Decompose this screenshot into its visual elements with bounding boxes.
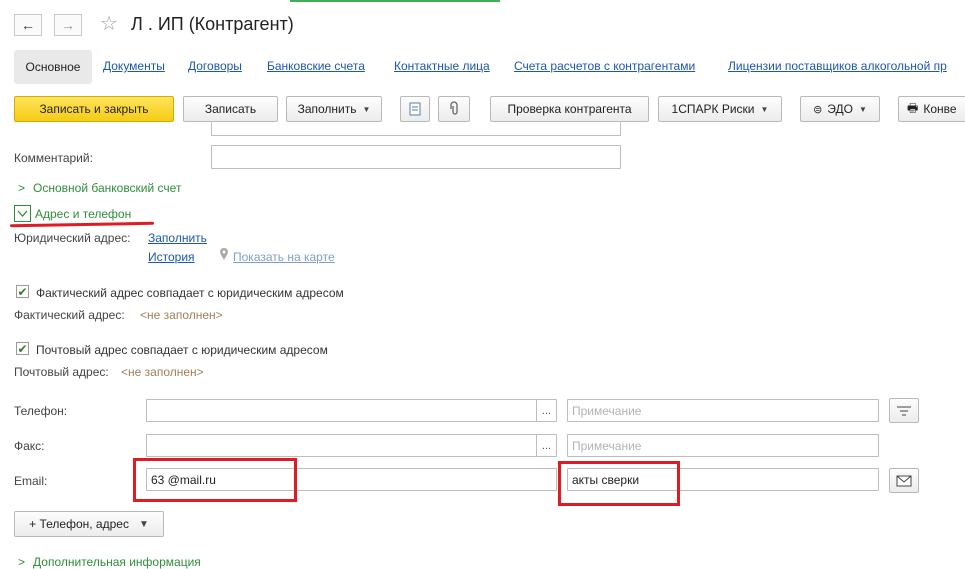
favorite-star-icon[interactable]: ☆ [100, 11, 118, 36]
back-button[interactable]: ← [14, 14, 42, 36]
page-title: Л . ИП (Контрагент) [131, 14, 294, 34]
tab-documents[interactable]: Документы [103, 59, 165, 73]
phone-note-placeholder: Примечание [572, 404, 642, 418]
fax-note-input[interactable]: Примечание [567, 434, 879, 457]
comment-input[interactable] [211, 145, 621, 169]
actual-address-same-checkbox[interactable]: ✔ [16, 285, 29, 298]
paperclip-icon [450, 101, 458, 115]
tab-alcohol-licenses[interactable]: Лицензии поставщиков алкогольной пр [728, 59, 947, 73]
check-counterparty-label: Проверка контрагента [507, 102, 632, 116]
map-pin-icon [219, 247, 229, 264]
additional-info-section-label: Дополнительная информация [33, 555, 201, 569]
convert-button[interactable]: 🖶 Конве [898, 96, 965, 122]
postal-address-value[interactable]: <не заполнен> [121, 365, 204, 379]
checkmark-icon: ✔ [17, 341, 28, 356]
save-label: Записать [204, 102, 257, 116]
bank-account-section-toggle[interactable]: > Основной банковский счет [18, 181, 181, 195]
phone-note-input[interactable]: Примечание [567, 399, 879, 422]
email-label: Email: [14, 474, 48, 488]
actual-address-label: Фактический адрес: [14, 308, 125, 322]
fax-input[interactable]: ... [146, 434, 557, 457]
fax-note-placeholder: Примечание [572, 439, 642, 453]
fax-select-button[interactable]: ... [536, 435, 556, 456]
fill-dropdown-button[interactable]: Заполнить ▼ [286, 96, 382, 122]
save-and-close-button[interactable]: Записать и закрыть [14, 96, 174, 122]
email-note-highlight-annotation [558, 461, 680, 506]
address-phone-section-toggle[interactable]: Адрес и телефон [35, 207, 131, 221]
add-phone-address-button[interactable]: + Телефон, адрес ▼ [14, 511, 164, 537]
additional-info-section-toggle[interactable]: > Дополнительная информация [18, 555, 201, 569]
chevron-right-icon: > [18, 555, 26, 569]
chevron-right-icon: > [18, 181, 26, 195]
edo-icon: ⊜ [813, 103, 823, 116]
phone-options-button[interactable] [889, 398, 919, 423]
postal-address-label: Почтовый адрес: [14, 365, 109, 379]
comment-label: Комментарий: [14, 151, 93, 165]
envelope-icon [896, 475, 912, 486]
fax-label: Факс: [14, 439, 45, 453]
chevron-down-icon[interactable] [14, 205, 31, 222]
fill-address-link[interactable]: Заполнить [148, 231, 207, 245]
legal-address-label: Юридический адрес: [14, 231, 131, 245]
document-icon [409, 102, 421, 116]
tab-main[interactable]: Основное [14, 50, 92, 84]
active-window-indicator [290, 0, 500, 2]
actual-address-value[interactable]: <не заполнен> [140, 308, 223, 322]
chevron-down-icon: ▼ [858, 104, 867, 114]
tab-contact-persons[interactable]: Контактные лица [394, 59, 490, 73]
phone-input[interactable]: ... [146, 399, 557, 422]
convert-label: Конве [923, 102, 957, 116]
forward-arrow-icon: → [61, 17, 75, 33]
postal-address-same-checkbox[interactable]: ✔ [16, 342, 29, 355]
attachments-button[interactable] [438, 96, 470, 122]
spark-risks-button[interactable]: 1СПАРК Риски ▼ [658, 96, 782, 122]
tab-settlement-accounts[interactable]: Счета расчетов с контрагентами [514, 59, 695, 73]
back-arrow-icon: ← [21, 17, 35, 33]
tab-bank-accounts[interactable]: Банковские счета [267, 59, 365, 73]
show-on-map-link[interactable]: Показать на карте [233, 250, 335, 264]
fill-label: Заполнить [297, 102, 357, 116]
add-phone-address-label: + Телефон, адрес [29, 517, 129, 531]
history-link[interactable]: История [148, 250, 195, 264]
check-counterparty-button[interactable]: Проверка контрагента [490, 96, 649, 122]
edo-button[interactable]: ⊜ ЭДО ▼ [800, 96, 880, 122]
printer-icon: 🖶 [907, 100, 919, 115]
actual-address-same-label: Фактический адрес совпадает с юридически… [36, 286, 344, 300]
menu-lines-icon [897, 406, 911, 415]
spark-risks-label: 1СПАРК Риски [671, 102, 755, 116]
chevron-down-icon: ▼ [362, 104, 371, 114]
forward-button[interactable]: → [54, 14, 82, 36]
phone-select-button[interactable]: ... [536, 400, 556, 421]
postal-address-same-label: Почтовый адрес совпадает с юридическим а… [36, 343, 328, 357]
bank-account-section-label: Основной банковский счет [33, 181, 182, 195]
edo-label: ЭДО [827, 102, 853, 116]
chevron-down-icon: ▼ [760, 104, 769, 114]
save-and-close-label: Записать и закрыть [39, 102, 149, 116]
red-underline-annotation [9, 221, 155, 228]
checkmark-icon: ✔ [17, 284, 28, 299]
chevron-down-icon: ▼ [138, 518, 149, 530]
tab-contracts[interactable]: Договоры [188, 59, 242, 73]
attach-document-button[interactable] [400, 96, 430, 122]
email-highlight-annotation [133, 458, 297, 502]
phone-label: Телефон: [14, 404, 68, 418]
send-email-button[interactable] [889, 468, 919, 493]
previous-field[interactable] [211, 122, 621, 136]
save-button[interactable]: Записать [183, 96, 278, 122]
